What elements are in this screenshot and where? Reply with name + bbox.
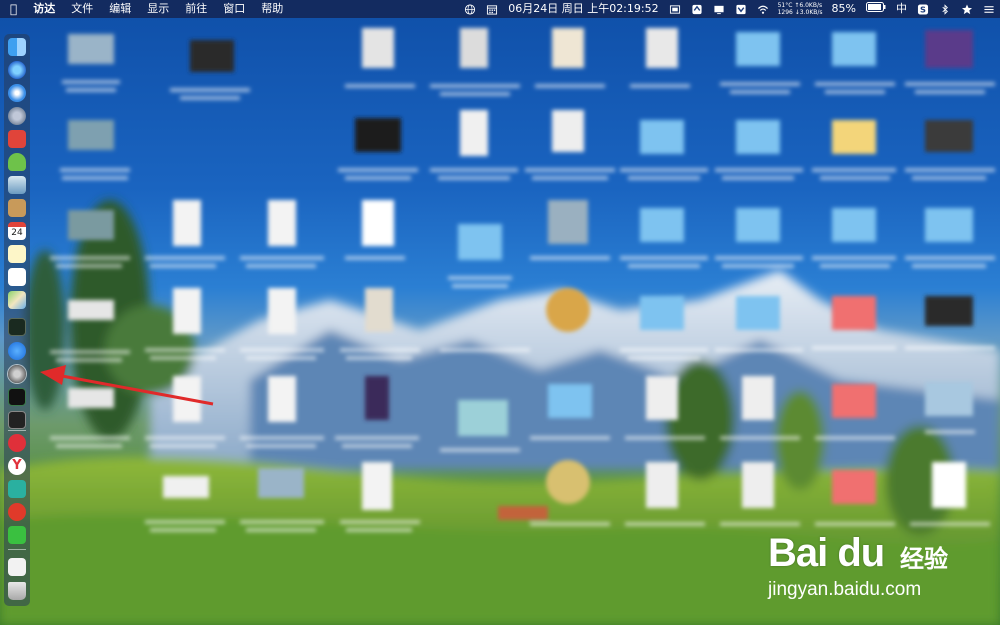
watermark-logo: Bai du [768, 531, 885, 575]
watermark-url: jingyan.baidu.com [768, 579, 922, 600]
watermark-logo-cn: 经验 [900, 545, 948, 573]
watermark: Bai du 经验 jingyan.baidu.com [760, 515, 960, 605]
